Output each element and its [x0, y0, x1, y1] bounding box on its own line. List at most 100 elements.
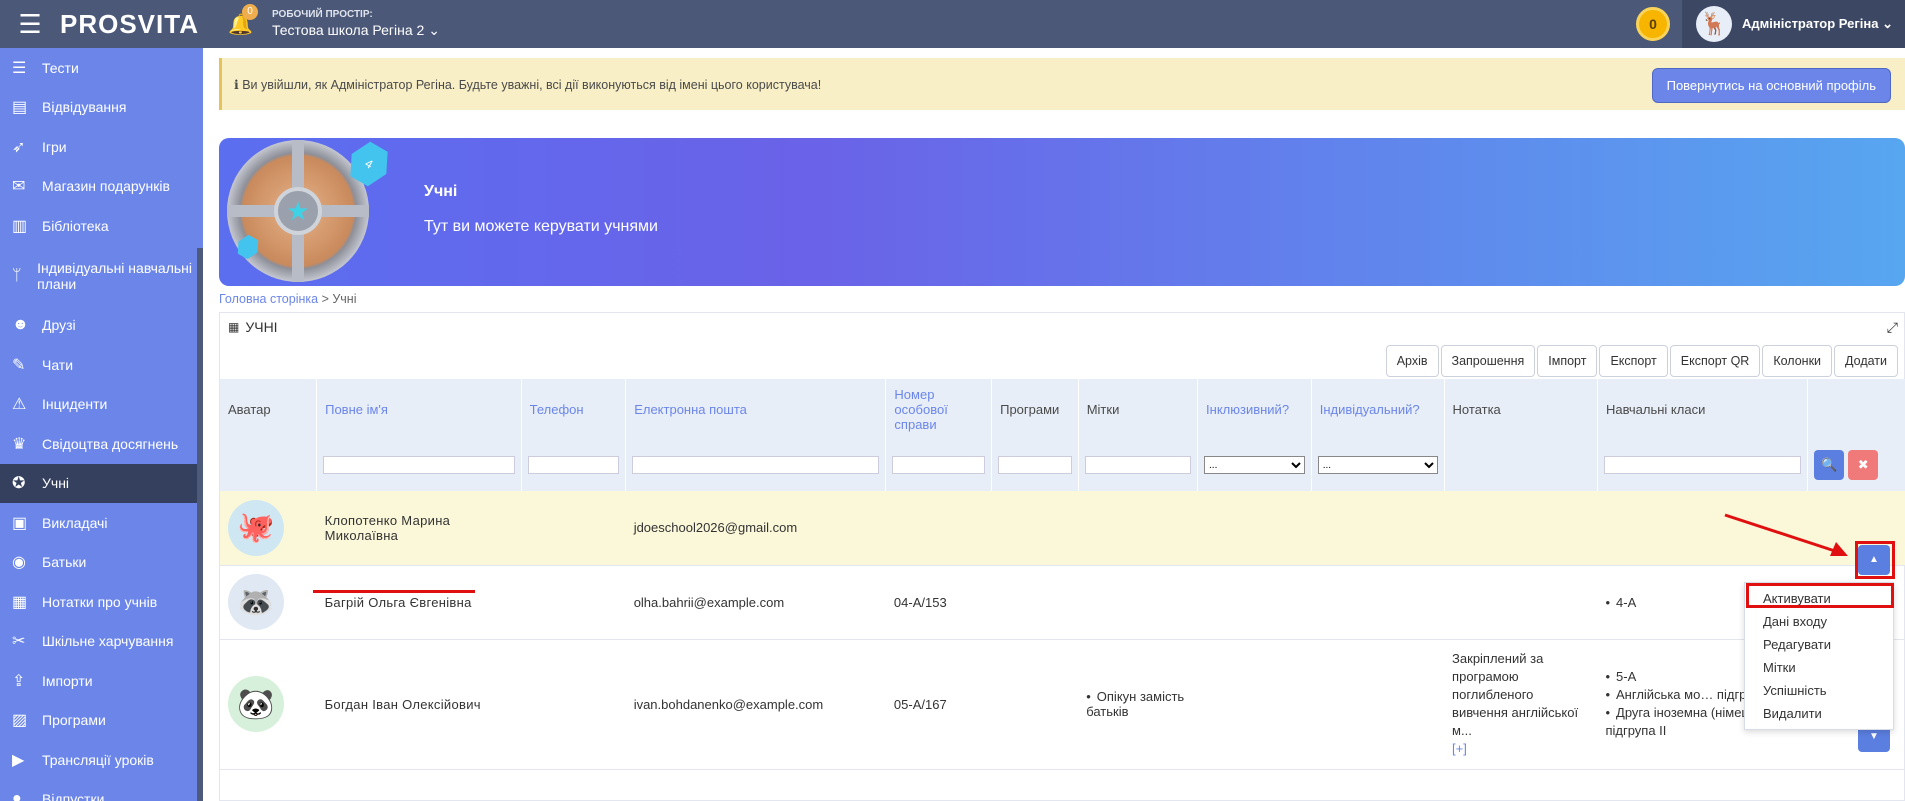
trophy-icon: ♛ — [12, 435, 27, 453]
col-phone[interactable]: Телефон — [521, 379, 627, 439]
col-individual[interactable]: Індивідуальний? — [1311, 379, 1445, 439]
sidebar-item-label: Відпустки — [42, 791, 105, 801]
sidebar-item[interactable]: ✂ Шкільне харчування — [0, 622, 203, 662]
sidebar-item[interactable]: ▥ Бібліотека — [0, 206, 203, 246]
clipboard-icon: ▨ — [12, 712, 28, 730]
highlight-box-toggle — [1855, 541, 1895, 579]
menu-item[interactable]: Редагувати — [1745, 633, 1893, 656]
clear-filter-button[interactable]: ✖ — [1848, 450, 1879, 480]
sidebar-item-label: Трансляції уроків — [42, 751, 154, 768]
student-name[interactable]: Багрій Ольга Євгенівна — [316, 565, 522, 640]
student-name[interactable]: Богдан Іван Олексійович — [316, 639, 522, 770]
panel-title: УЧНІ — [245, 319, 278, 335]
toolbar-button[interactable]: Додати — [1834, 345, 1898, 377]
sidebar-item[interactable]: ▤ Відвідування — [0, 88, 203, 128]
sidebar: ☰ Тести ▤ Відвідування ➶ Ігри ✉ Магазин подарун… — [0, 48, 203, 801]
sidebar-item[interactable]: ᛘ Індивідуальні навчальні плани — [0, 246, 203, 306]
table-row[interactable]: 🐼 Богдан Іван Олексійович ivan.bohdanenk… — [220, 639, 1905, 770]
menu-item[interactable]: Мітки — [1745, 656, 1893, 679]
name-filter-input[interactable] — [323, 456, 515, 474]
graduation-icon: ✪ — [12, 475, 26, 493]
sidebar-item[interactable]: ➶ Ігри — [0, 127, 203, 167]
sidebar-item[interactable]: ▶ Трансляції уроків — [0, 740, 203, 780]
breadcrumb-home-link[interactable]: Головна сторінка — [219, 292, 318, 306]
menu-item[interactable]: Видалити — [1745, 702, 1893, 725]
case-filter-input[interactable] — [892, 456, 986, 474]
menu-icon[interactable]: ☰ — [0, 0, 60, 48]
chat-icon: ✎ — [12, 356, 26, 374]
rocket-icon: ➶ — [12, 138, 26, 156]
sidebar-item[interactable]: ▦ Нотатки про учнів — [0, 582, 203, 622]
notifications-bell-icon[interactable]: 🔔 0 — [228, 3, 268, 37]
video-icon: ▶ — [12, 751, 25, 769]
col-actions — [1807, 379, 1905, 439]
workspace-selector[interactable]: РОБОЧИЙ ПРОСТІР: Тестова школа Регіна 2 … — [272, 9, 440, 39]
col-case-number[interactable]: Номер особової справи — [885, 379, 993, 439]
sidebar-item[interactable]: ⚠ Інциденти — [0, 385, 203, 425]
upload-icon: ⇪ — [12, 672, 26, 690]
student-case-number — [885, 491, 992, 566]
sidebar-item[interactable]: ▣ Викладачі — [0, 503, 203, 543]
sidebar-item-label: Свідоцтва досягнень — [42, 435, 179, 452]
search-button[interactable]: 🔍 — [1814, 450, 1845, 480]
students-panel: ▦ УЧНІ ⤢ Архів Запрошення Імпорт Експорт Екс… — [219, 312, 1905, 801]
menu-item[interactable]: Успішність — [1745, 679, 1893, 702]
col-inclusive[interactable]: Інклюзивний? — [1197, 379, 1312, 439]
col-programs: Програми — [991, 379, 1079, 439]
sidebar-item[interactable]: ♛ Свідоцтва досягнень — [0, 424, 203, 464]
sidebar-item[interactable]: ☰ Тести — [0, 48, 203, 88]
sidebar-item[interactable]: ⇪ Імпорти — [0, 661, 203, 701]
sidebar-item[interactable]: ▨ Програми — [0, 701, 203, 741]
toolbar-button[interactable]: Запрошення — [1440, 345, 1536, 377]
sidebar-item[interactable]: ✉ Магазин подарунків — [0, 167, 203, 207]
impersonation-notice: ℹ Ви увійшли, як Адміністратор Регіна. Б… — [219, 58, 1905, 110]
classes-filter-input[interactable] — [1603, 456, 1802, 474]
email-filter-input[interactable] — [632, 456, 880, 474]
sidebar-item[interactable]: ✎ Чати — [0, 345, 203, 385]
inclusive-filter-select[interactable]: ... — [1204, 456, 1305, 475]
sidebar-item[interactable]: ☻ Друзі — [0, 306, 203, 346]
table-row[interactable]: 🐙 Клопотенко Марина Миколаївна jdoeschoo… — [220, 491, 1905, 566]
col-full-name[interactable]: Повне ім'я — [316, 379, 522, 439]
sidebar-item[interactable]: ◉ Батьки — [0, 543, 203, 583]
tags-filter-input[interactable] — [1084, 456, 1192, 474]
notification-count-badge: 0 — [242, 3, 258, 20]
student-email[interactable]: ivan.bohdanenko@example.com — [625, 639, 886, 770]
individual-filter-select[interactable]: ... — [1317, 456, 1438, 475]
student-email[interactable]: olha.bahrii@example.com — [625, 565, 886, 640]
toolbar-button[interactable]: Архів — [1385, 345, 1439, 377]
sidebar-item[interactable]: ✪ Учні — [0, 463, 197, 503]
sidebar-item-label: Індивідуальні навчальні плани — [37, 259, 193, 292]
page-subtitle: Тут ви можете керувати учнями — [424, 218, 658, 235]
sidebar-item-label: Батьки — [42, 554, 87, 571]
sidebar-item-label: Програми — [42, 712, 106, 729]
table-row[interactable]: 🦝 Багрій Ольга Євгенівна olha.bahrii@exa… — [220, 565, 1905, 640]
breadcrumb-separator: > — [318, 292, 333, 306]
student-phone — [521, 491, 626, 566]
programs-filter-input[interactable] — [998, 456, 1072, 474]
student-email[interactable]: jdoeschool2026@gmail.com — [625, 491, 886, 566]
user-name: Адміністратор Регіна ⌄ — [1742, 16, 1893, 31]
tag-item: Опікун замість батьків — [1086, 689, 1189, 719]
menu-item[interactable]: Дані входу — [1745, 610, 1893, 633]
sidebar-item-label: Учні — [42, 475, 70, 492]
sidebar-item[interactable]: ● Відпустки — [0, 780, 203, 801]
toolbar-button[interactable]: Колонки — [1762, 345, 1833, 377]
back-to-profile-button[interactable]: Повернутись на основний профіль — [1651, 68, 1891, 103]
student-name[interactable]: Клопотенко Марина Миколаївна — [316, 491, 522, 566]
toolbar-button[interactable]: Експорт — [1599, 345, 1668, 377]
student-phone — [521, 639, 626, 770]
note-expand-link[interactable]: [+] — [1452, 741, 1467, 756]
toolbar-button[interactable]: Імпорт — [1537, 345, 1598, 377]
student-avatar: 🐙 — [228, 499, 284, 556]
toolbar-button[interactable]: Експорт QR — [1669, 345, 1761, 377]
logo[interactable]: PROSVITA — [60, 9, 220, 40]
col-email[interactable]: Електронна пошта — [625, 379, 887, 439]
expand-icon[interactable]: ⤢ — [1887, 319, 1898, 336]
student-case-number: 04-А/153 — [885, 565, 992, 640]
phone-filter-input[interactable] — [527, 456, 620, 474]
filter-row: ... ... 🔍 ✖ — [220, 439, 1905, 491]
col-note: Нотатка — [1444, 379, 1598, 439]
workspace-label: РОБОЧИЙ ПРОСТІР: — [272, 9, 373, 20]
user-menu[interactable]: 🦌 Адміністратор Регіна ⌄ — [1682, 0, 1905, 48]
